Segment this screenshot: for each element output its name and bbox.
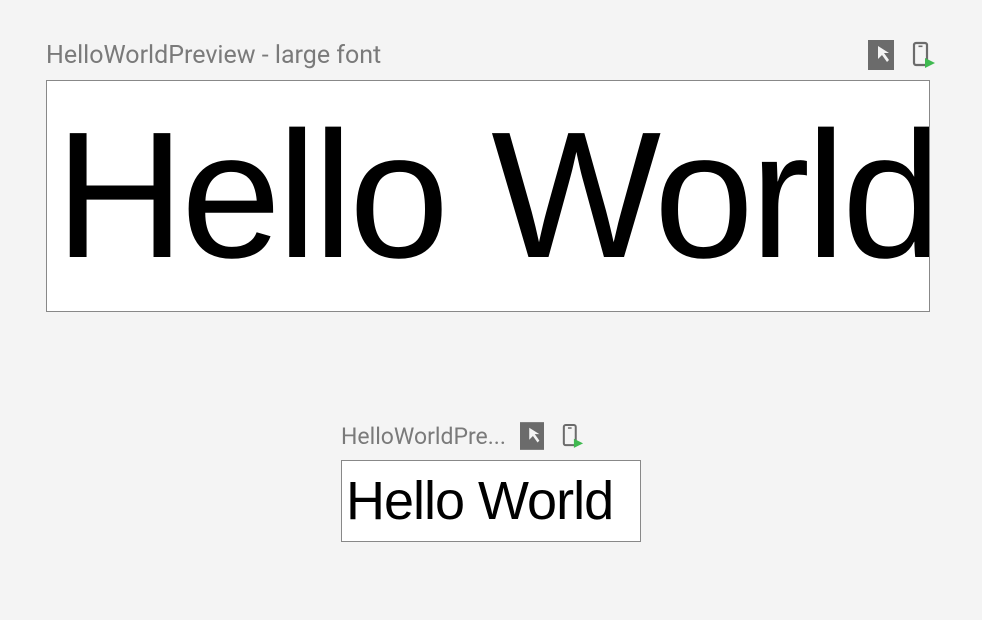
preview-panel: HelloWorldPreview - large font <box>0 0 982 582</box>
preview-item-small: HelloWorldPre... Hello Wo <box>46 422 936 542</box>
preview-header: HelloWorldPreview - large font <box>46 40 936 70</box>
preview-toolbar <box>868 40 936 70</box>
preview-canvas-small[interactable]: Hello World <box>341 460 641 542</box>
preview-header: HelloWorldPre... <box>341 422 641 450</box>
preview-canvas-large[interactable]: Hello World <box>46 80 930 312</box>
preview-title: HelloWorldPreview - large font <box>46 41 381 70</box>
preview-text: Hello World <box>346 470 613 532</box>
preview-text: Hello World <box>55 106 930 286</box>
interactive-mode-icon[interactable] <box>868 40 894 70</box>
interactive-mode-icon[interactable] <box>520 422 544 450</box>
preview-item-large: HelloWorldPreview - large font <box>46 40 936 312</box>
preview-toolbar <box>520 422 584 450</box>
deploy-preview-icon[interactable] <box>912 41 936 69</box>
deploy-preview-icon[interactable] <box>562 423 584 449</box>
preview-title: HelloWorldPre... <box>341 423 506 450</box>
